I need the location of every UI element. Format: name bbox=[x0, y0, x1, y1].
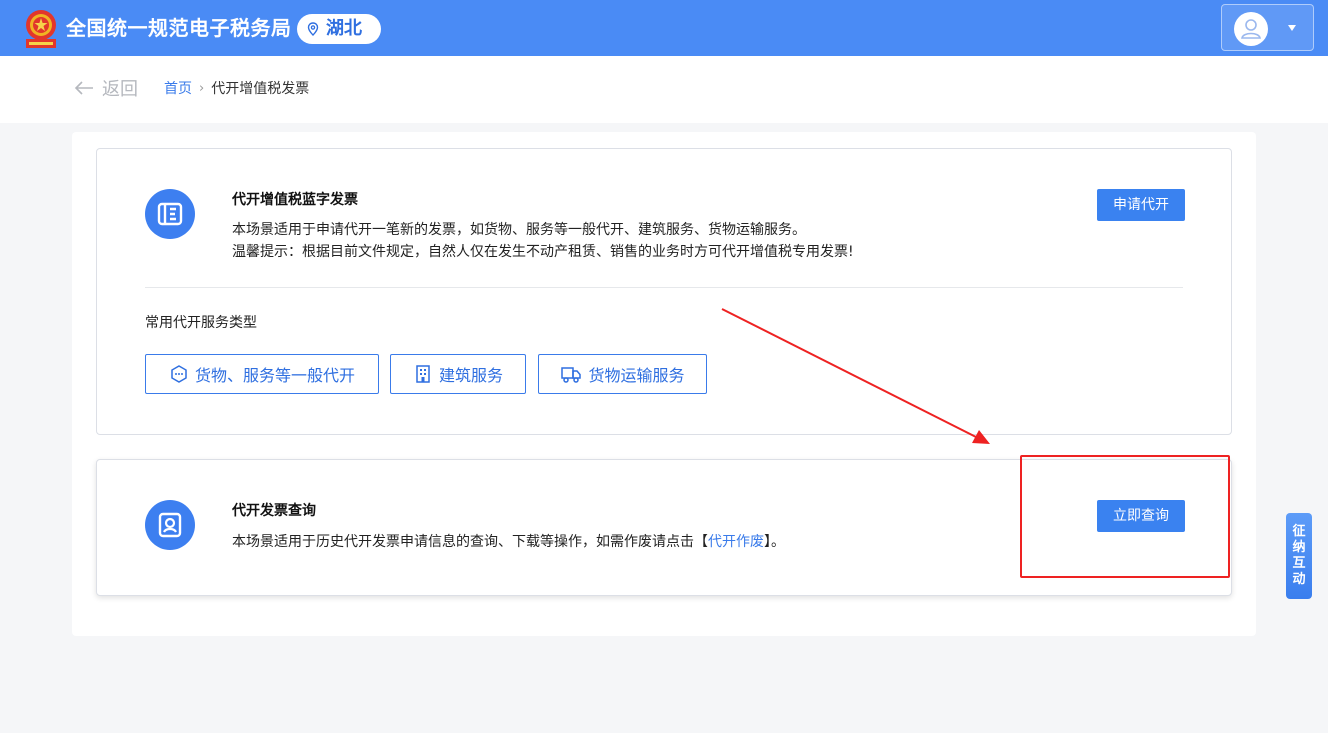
search-person-icon bbox=[145, 500, 195, 550]
void-invoice-link[interactable]: 代开作废 bbox=[708, 534, 764, 550]
desc-prefix: 本场景适用于历史代开发票申请信息的查询、下载等操作，如需作废请点击【 bbox=[232, 534, 708, 550]
type-label: 货物运输服务 bbox=[588, 366, 685, 385]
cube-icon bbox=[171, 365, 187, 383]
card-tip: 温馨提示：根据目前文件规定，自然人仅在发生不动产租赁、销售的业务时方可代开增值税… bbox=[232, 244, 854, 260]
card-description: 本场景适用于申请代开一笔新的发票，如货物、服务等一般代开、建筑服务、货物运输服务… bbox=[232, 222, 806, 238]
service-types-label: 常用代开服务类型 bbox=[145, 315, 257, 331]
top-header: 全国统一规范电子税务局 湖北 bbox=[0, 0, 1328, 56]
card-title: 代开增值税蓝字发票 bbox=[232, 192, 358, 208]
type-general-button[interactable]: 货物、服务等一般代开 bbox=[145, 354, 379, 394]
chevron-down-icon[interactable] bbox=[1288, 25, 1296, 31]
user-menu[interactable] bbox=[1221, 4, 1314, 51]
apply-issue-button[interactable]: 申请代开 bbox=[1097, 189, 1185, 221]
region-name: 湖北 bbox=[326, 18, 362, 39]
desc-suffix: 】。 bbox=[764, 534, 785, 550]
type-label: 建筑服务 bbox=[438, 366, 503, 385]
national-emblem-icon bbox=[26, 10, 56, 48]
user-icon bbox=[1241, 19, 1261, 39]
truck-icon bbox=[561, 367, 582, 383]
side-tab-char: 互 bbox=[1292, 556, 1306, 571]
card-description: 本场景适用于历史代开发票申请信息的查询、下载等操作，如需作废请点击【代开作废】。 bbox=[232, 531, 785, 553]
breadcrumb-bar: 返回 首页 › 代开增值税发票 bbox=[0, 56, 1328, 123]
side-tab-char: 动 bbox=[1292, 572, 1306, 587]
breadcrumb-separator: › bbox=[199, 80, 205, 96]
breadcrumb: 首页 › 代开增值税发票 bbox=[164, 78, 309, 98]
avatar bbox=[1234, 12, 1268, 46]
building-icon bbox=[416, 365, 430, 383]
location-pin-icon bbox=[307, 22, 319, 36]
interaction-side-tab[interactable]: 征 纳 互 动 bbox=[1286, 513, 1312, 599]
card-title: 代开发票查询 bbox=[232, 503, 316, 519]
type-label: 货物、服务等一般代开 bbox=[194, 366, 355, 385]
arrow-left-icon bbox=[74, 81, 93, 95]
breadcrumb-home[interactable]: 首页 bbox=[164, 78, 192, 98]
divider bbox=[145, 287, 1183, 288]
issue-invoice-card: 代开增值税蓝字发票 本场景适用于申请代开一笔新的发票，如货物、服务等一般代开、建… bbox=[96, 148, 1232, 435]
type-construction-button[interactable]: 建筑服务 bbox=[390, 354, 526, 394]
back-label: 返回 bbox=[102, 79, 138, 100]
side-tab-char: 征 bbox=[1292, 524, 1306, 539]
ticket-icon bbox=[145, 189, 195, 239]
region-selector[interactable]: 湖北 bbox=[297, 14, 381, 44]
highlight-box bbox=[1020, 455, 1230, 578]
side-tab-char: 纳 bbox=[1292, 540, 1306, 555]
breadcrumb-current: 代开增值税发票 bbox=[211, 81, 310, 97]
back-button[interactable]: 返回 bbox=[74, 75, 138, 101]
site-title: 全国统一规范电子税务局 bbox=[66, 16, 292, 40]
type-transport-button[interactable]: 货物运输服务 bbox=[538, 354, 707, 394]
